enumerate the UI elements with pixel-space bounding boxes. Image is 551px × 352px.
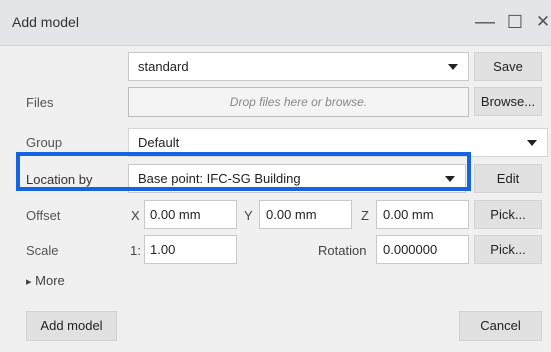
save-button[interactable]: Save: [474, 52, 542, 81]
add-model-button[interactable]: Add model: [26, 311, 117, 341]
browse-button[interactable]: Browse...: [474, 87, 542, 116]
scale-prefix: 1:: [130, 243, 141, 258]
offset-x-label: X: [131, 208, 140, 223]
minimize-icon[interactable]: —: [472, 9, 498, 35]
scale-value: 1.00: [150, 242, 176, 257]
caret-right-icon: ▸: [26, 276, 32, 288]
cancel-button[interactable]: Cancel: [459, 311, 542, 341]
scale-pick-button[interactable]: Pick...: [474, 235, 542, 264]
more-label: More: [35, 273, 65, 288]
edit-button[interactable]: Edit: [474, 164, 542, 193]
more-toggle[interactable]: ▸ More: [26, 273, 65, 288]
maximize-icon[interactable]: ☐: [502, 9, 528, 35]
chevron-down-icon: [527, 140, 537, 146]
offset-y-label: Y: [244, 208, 253, 223]
close-icon[interactable]: ✕: [530, 9, 551, 35]
offset-z-input[interactable]: 0.00 mm: [376, 200, 469, 229]
rotation-label: Rotation: [318, 243, 367, 258]
files-label: Files: [26, 95, 54, 110]
offset-label: Offset: [26, 208, 61, 223]
chevron-down-icon: [448, 64, 458, 70]
rotation-input[interactable]: 0.000000: [376, 235, 469, 264]
offset-y-input[interactable]: 0.00 mm: [259, 200, 352, 229]
offset-z-value: 0.00 mm: [383, 207, 434, 222]
group-label: Group: [26, 135, 63, 150]
offset-x-value: 0.00 mm: [150, 207, 201, 222]
offset-z-label: Z: [361, 208, 369, 223]
template-select[interactable]: standard: [128, 52, 469, 81]
template-select-value: standard: [138, 59, 189, 74]
offset-y-value: 0.00 mm: [266, 207, 317, 222]
add-model-dialog: Add model — ☐ ✕ standard Save Files Drop…: [0, 0, 551, 352]
location-highlight-box: [16, 152, 471, 191]
title-bar: Add model — ☐ ✕: [0, 0, 551, 46]
rotation-value: 0.000000: [383, 242, 438, 257]
offset-x-input[interactable]: 0.00 mm: [144, 200, 237, 229]
file-drop-zone[interactable]: Drop files here or browse.: [128, 87, 469, 117]
offset-pick-button[interactable]: Pick...: [474, 200, 542, 229]
group-select-value: Default: [138, 135, 180, 150]
scale-label: Scale: [26, 243, 59, 258]
dialog-title: Add model: [12, 14, 79, 30]
scale-input[interactable]: 1.00: [144, 235, 237, 264]
